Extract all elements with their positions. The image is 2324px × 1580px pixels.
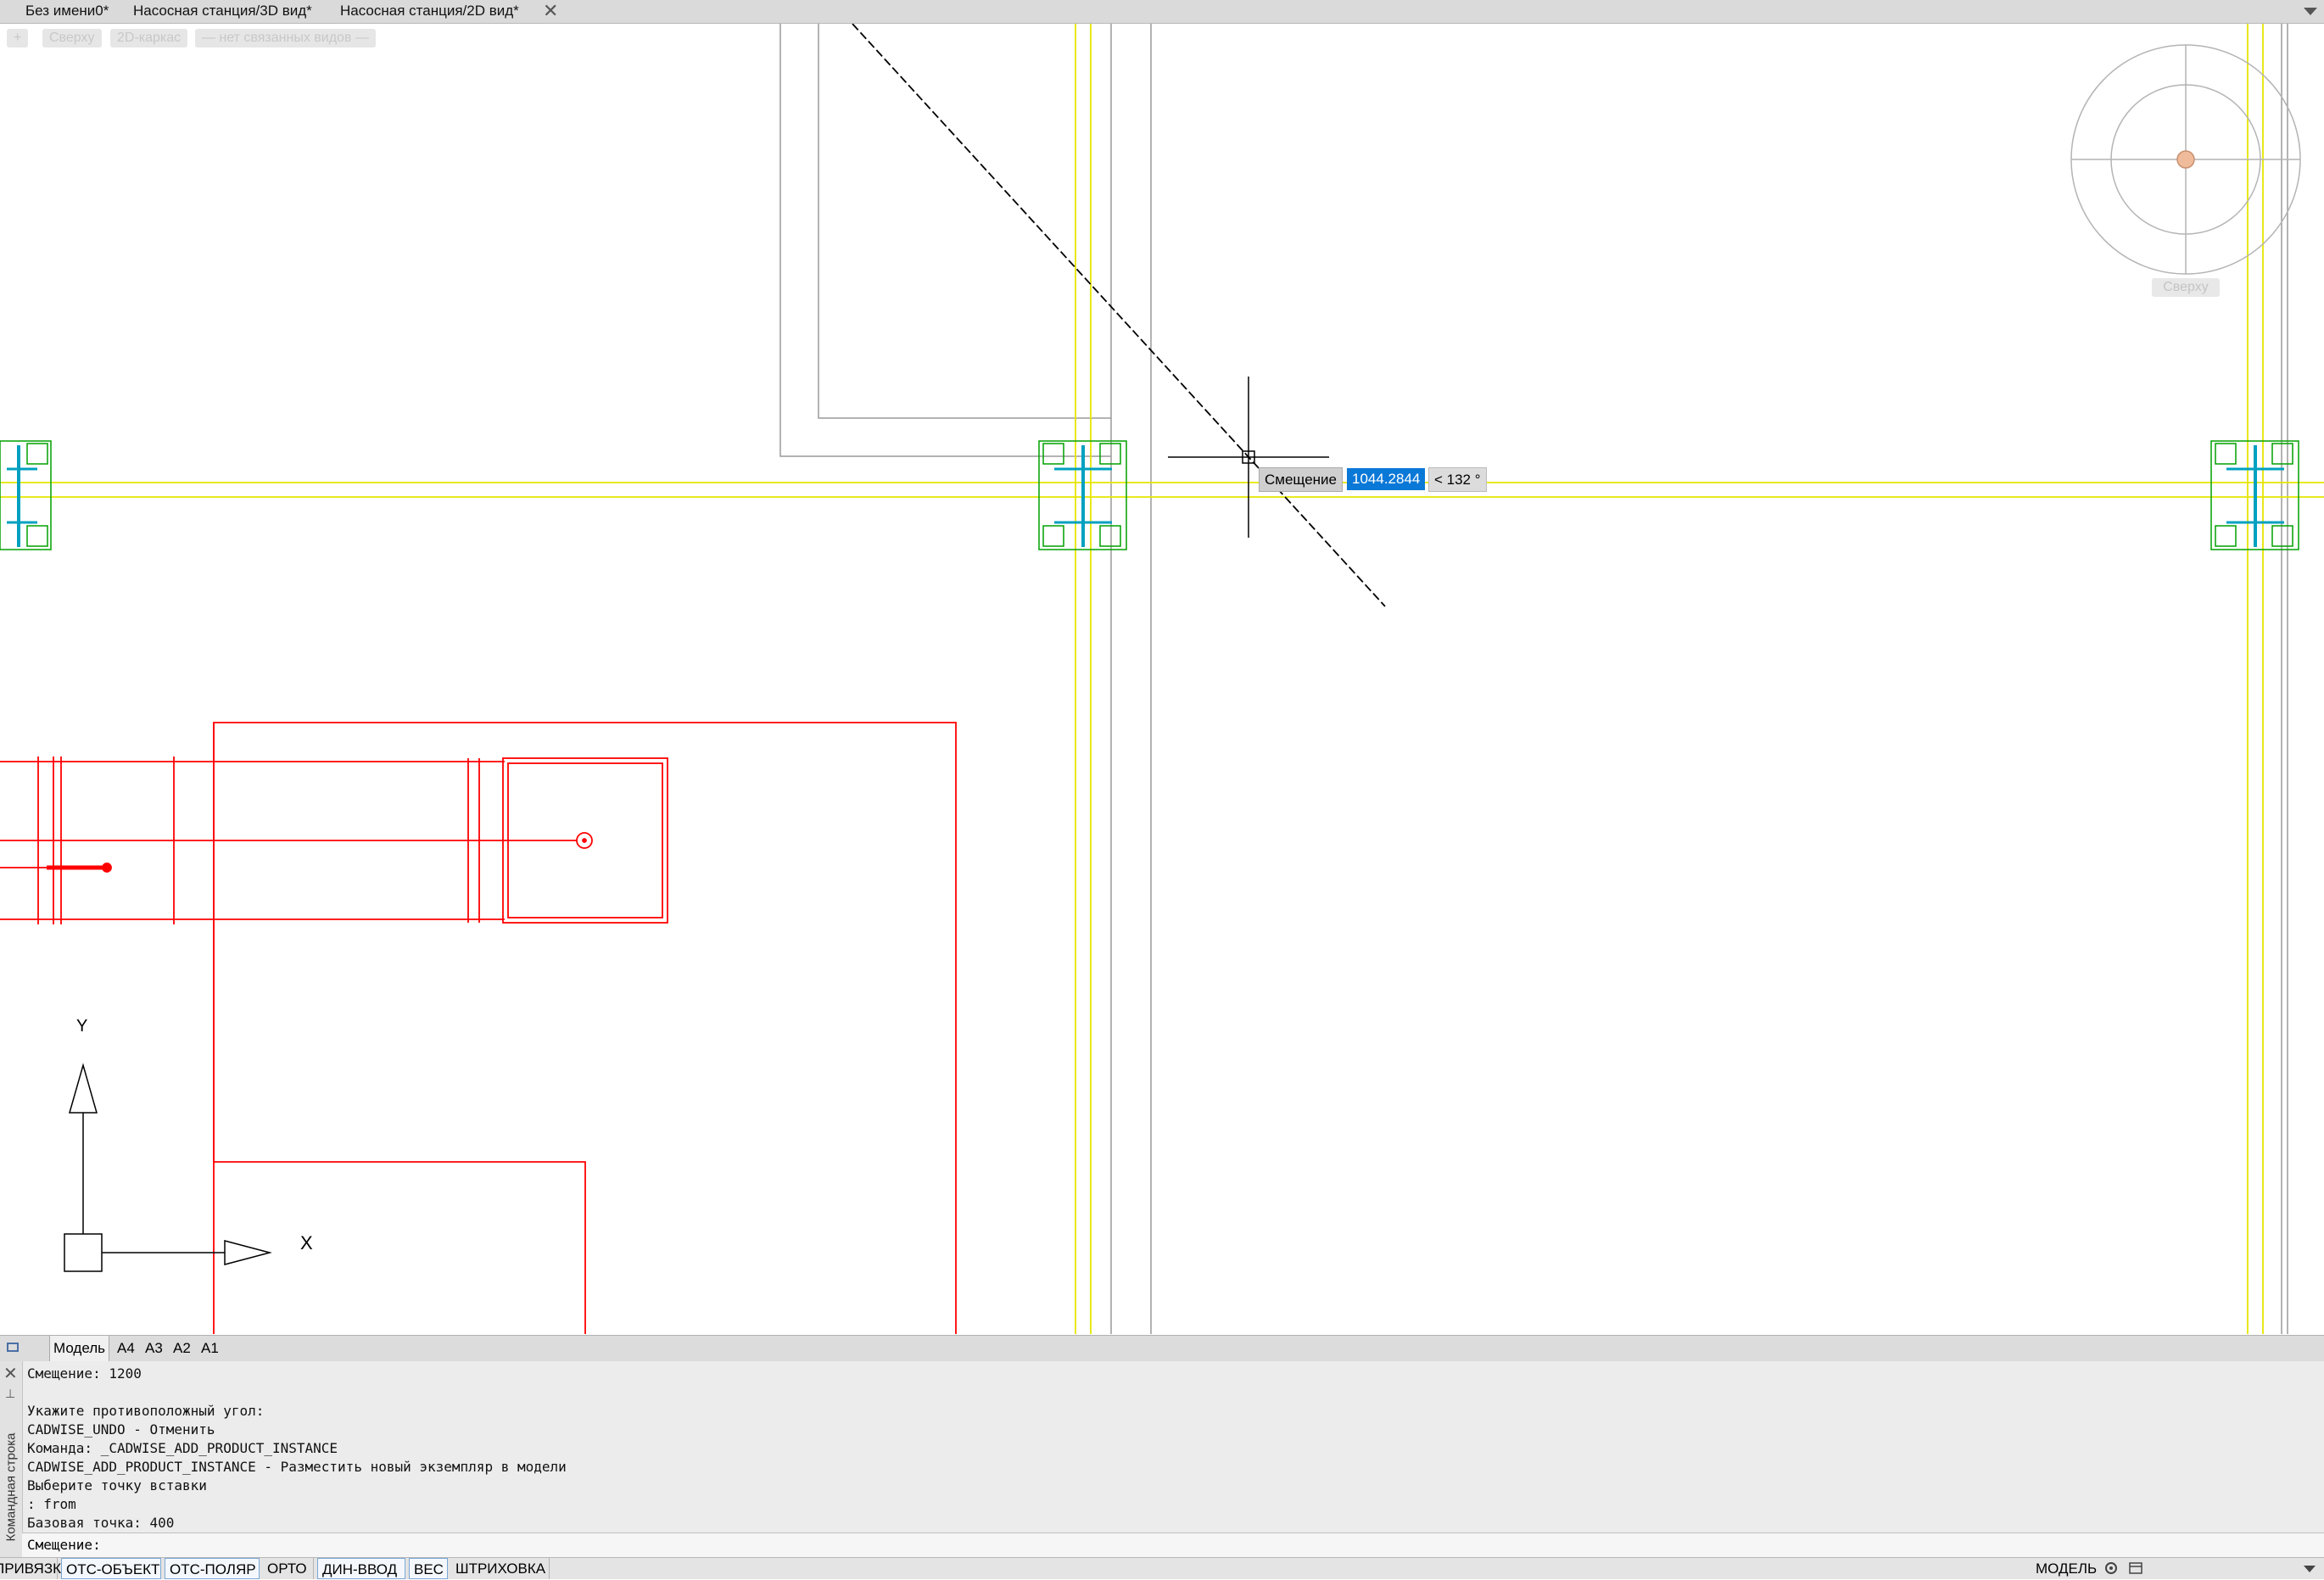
ortho-toggle[interactable]: ОРТО — [263, 1558, 314, 1579]
drawing-canvas[interactable]: + Сверху 2D-каркас — нет связанных видов… — [0, 24, 2324, 1334]
command-prompt: Смещение: — [27, 1537, 101, 1553]
history-line: : from — [27, 1496, 76, 1512]
history-line — [27, 1383, 2317, 1402]
workspace-icon[interactable] — [2129, 1561, 2142, 1575]
command-input-row: Смещение: — [22, 1533, 2324, 1557]
visual-style-button[interactable]: 2D-каркас — [110, 29, 188, 47]
history-line: Команда: _CADWISE_ADD_PRODUCT_INSTANCE — [27, 1440, 338, 1456]
layout-tab-a3[interactable]: A3 — [142, 1336, 166, 1361]
close-icon[interactable]: ✕ — [543, 0, 558, 22]
view-direction-button[interactable]: Сверху — [42, 29, 102, 47]
red-pipeline-equipment — [0, 722, 957, 1334]
history-line: Укажите противоположный угол: — [27, 1403, 265, 1419]
layout-tab-a4[interactable]: A4 — [114, 1336, 138, 1361]
column-support-right — [2210, 440, 2299, 550]
history-line: CADWISE_ADD_PRODUCT_INSTANCE - Разместит… — [27, 1459, 567, 1475]
layout-tab-a2[interactable]: A2 — [170, 1336, 194, 1361]
ucs-y-label: Y — [76, 1017, 88, 1036]
viewcube-label[interactable]: Сверху — [2152, 278, 2220, 297]
rubber-band-line — [852, 24, 1386, 607]
pin-icon[interactable]: ⊥ — [5, 1387, 15, 1401]
status-bar-menu-icon[interactable] — [2304, 1566, 2316, 1572]
column-support-left — [0, 440, 52, 550]
object-tracking-toggle[interactable]: ОТС-ОБЪЕКТ — [61, 1558, 161, 1579]
history-line: CADWISE_UNDO - Отменить — [27, 1421, 215, 1438]
close-icon[interactable]: ✕ — [3, 1363, 18, 1384]
hatch-toggle[interactable]: ШТРИХОВКА — [451, 1558, 550, 1579]
snap-toggle[interactable]: ПРИВЯЗКА — [0, 1558, 70, 1579]
command-input[interactable] — [115, 1535, 2307, 1557]
status-bar: ПРИВЯЗКА ОТС-ОБЪЕКТ ОТС-ПОЛЯР ОРТО ДИН-В… — [0, 1557, 2324, 1579]
annotation-scale-icon[interactable] — [2103, 1560, 2119, 1576]
layout-tab-model[interactable]: Модель — [49, 1336, 110, 1361]
viewcube-compass[interactable] — [2070, 44, 2301, 275]
doc-tab-3d-view[interactable]: Насосная станция/3D вид* — [133, 0, 312, 23]
tabs-dropdown-icon[interactable] — [2304, 8, 2317, 15]
drawing-svg — [0, 24, 2324, 1334]
column-support-middle — [1038, 440, 1127, 550]
doc-tab-untitled[interactable]: Без имени0* — [25, 0, 109, 23]
command-line-title: Командная строка — [3, 1432, 19, 1542]
command-history: Смещение: 1200 Укажите противоположный у… — [27, 1365, 2317, 1533]
yellow-grid-lines — [0, 24, 2324, 1334]
ucs-icon — [64, 1063, 272, 1272]
history-line: Выберите точку вставки — [27, 1477, 207, 1493]
dynamic-input-toggle[interactable]: ДИН-ВВОД — [317, 1558, 405, 1579]
layout-menu-icon[interactable] — [7, 1343, 19, 1352]
model-space-indicator[interactable]: МОДЕЛЬ — [2036, 1558, 2097, 1579]
viewport-menu-button[interactable]: + — [7, 29, 29, 47]
ucs-x-label: X — [300, 1232, 313, 1253]
layout-tab-a1[interactable]: A1 — [198, 1336, 222, 1361]
polar-tracking-toggle[interactable]: ОТС-ПОЛЯР — [165, 1558, 260, 1579]
dynamic-input-label: Смещение — [1259, 467, 1344, 492]
lineweight-toggle[interactable]: ВЕС — [409, 1558, 448, 1579]
gray-walls — [779, 24, 2288, 1334]
command-line-sidebar: ✕ ⊥ Командная строка — [0, 1361, 23, 1557]
command-line-panel: ✕ ⊥ Командная строка Смещение: 1200 Укаж… — [0, 1361, 2324, 1557]
layout-tab-bar: Модель A4 A3 A2 A1 — [0, 1335, 2324, 1362]
doc-tab-2d-view[interactable]: Насосная станция/2D вид* — [340, 0, 519, 23]
dynamic-input-distance[interactable]: 1044.2844 — [1347, 468, 1426, 490]
crosshair-cursor — [1168, 377, 1329, 538]
dynamic-input-angle[interactable]: < 132 ° — [1428, 467, 1487, 492]
linked-views-button[interactable]: — нет связанных видов — — [195, 29, 376, 47]
history-line: Базовая точка: 400 — [27, 1515, 175, 1531]
history-line: Смещение: 1200 — [27, 1365, 142, 1382]
document-tab-bar: Без имени0* Насосная станция/3D вид* Нас… — [0, 0, 2324, 24]
